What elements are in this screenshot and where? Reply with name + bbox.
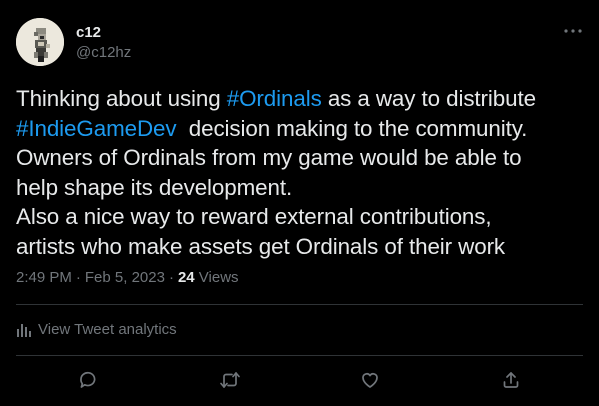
tweet-line: help shape its development. <box>16 173 591 203</box>
divider <box>16 304 583 305</box>
bar-chart-icon <box>17 324 31 337</box>
more-dots-icon <box>564 29 582 33</box>
tweet-line: Thinking about using #Ordinals as a way … <box>16 84 591 114</box>
like-button[interactable] <box>358 368 382 392</box>
tweet-meta: 2:49 PM · Feb 5, 2023 · 24 Views <box>16 268 239 288</box>
meta-separator: · <box>75 269 81 286</box>
tweet-text-segment: help shape its development. <box>16 174 293 200</box>
tweet-card: c12 @c12hz Thinking about using #Ordinal… <box>0 0 599 406</box>
tweet-line: artists who make assets get Ordinals of … <box>16 232 591 262</box>
tweet-text-segment: artists who make assets get Ordinals of … <box>16 233 506 259</box>
hashtag-link-ordinals[interactable]: #Ordinals <box>227 86 322 111</box>
tweet-text-segment: as a way to distribute <box>321 86 536 111</box>
views-count: 24 <box>177 269 195 286</box>
avatar[interactable] <box>16 18 64 66</box>
tweet-text-segment: Thinking about using <box>16 86 227 111</box>
hashtag-link-indiegamedev[interactable]: #IndieGameDev <box>16 116 177 141</box>
heart-icon <box>362 373 378 388</box>
tweet-text-segment: decision making to the community. <box>176 115 528 141</box>
reply-bubble-icon <box>80 371 96 388</box>
author-name[interactable]: c12 <box>76 24 101 42</box>
tweet-line: Also a nice way to reward external contr… <box>16 202 591 232</box>
share-upload-icon <box>503 372 519 388</box>
tweet-line: Owners of Ordinals from my game would be… <box>16 143 591 173</box>
view-analytics-label: View Tweet analytics <box>38 321 177 338</box>
retweet-icon <box>220 372 240 388</box>
share-button[interactable] <box>499 368 523 392</box>
views-label: Views <box>198 269 239 286</box>
tweet-time-link[interactable]: 2:49 PM <box>16 269 72 286</box>
retweet-button[interactable] <box>218 368 242 392</box>
view-analytics-link[interactable]: View Tweet analytics <box>16 320 177 340</box>
avatar-pixel-art <box>16 18 64 66</box>
tweet-text-segment: Owners of Ordinals from my game would be… <box>16 145 522 170</box>
author-handle[interactable]: @c12hz <box>76 44 131 62</box>
tweet-date-link[interactable]: Feb 5, 2023 <box>85 269 165 286</box>
tweet-text: Thinking about using #Ordinals as a way … <box>16 84 591 261</box>
tweet-text-segment: Also a nice way to reward external contr… <box>16 204 492 229</box>
tweet-line: #IndieGameDev decision making to the com… <box>16 114 591 144</box>
divider <box>16 355 583 356</box>
reply-button[interactable] <box>76 368 100 392</box>
more-options-button[interactable] <box>560 22 586 40</box>
meta-separator: · <box>168 269 174 286</box>
